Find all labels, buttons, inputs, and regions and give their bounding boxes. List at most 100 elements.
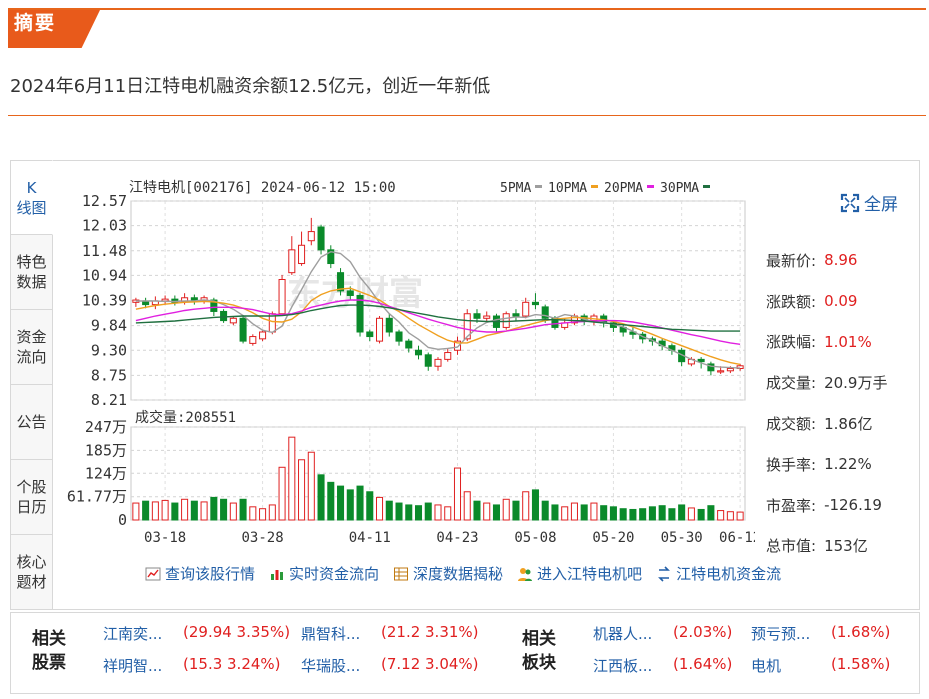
volume-bar bbox=[463, 491, 471, 521]
volume-tick-label: 124万 bbox=[85, 464, 127, 482]
tab-core-themes[interactable]: 核心 题材 bbox=[10, 535, 53, 610]
line-chart-icon bbox=[145, 567, 161, 580]
candle-body bbox=[512, 313, 520, 317]
price-tick-label: 12.57 bbox=[82, 192, 127, 210]
chart-side-tabs: K 线图 特色 数据 资金 流向 公告 个股 日历 核心 题材 bbox=[10, 160, 53, 610]
related-sector-name[interactable]: 机器人... bbox=[593, 623, 673, 644]
related-sector-name[interactable]: 江西板... bbox=[593, 655, 673, 676]
legend-label: 5PMA bbox=[500, 181, 531, 196]
x-tick-label: 05-08 bbox=[514, 530, 556, 546]
link-label: 实时资金流向 bbox=[289, 565, 380, 583]
candle-body bbox=[298, 244, 306, 265]
related-stock-item[interactable]: 江南奕... (29.94 3.35%) bbox=[103, 623, 290, 644]
ma-line-20pma bbox=[135, 299, 741, 345]
related-sector-item[interactable]: 江西板... (1.64%) bbox=[593, 655, 732, 676]
candle-body bbox=[385, 317, 393, 333]
stat-label: 最新价: bbox=[766, 251, 817, 270]
ma-line-10pma bbox=[135, 287, 741, 366]
volume-bar bbox=[346, 489, 354, 521]
price-tick-label: 11.48 bbox=[82, 242, 127, 260]
stat-change-percent: 涨跌幅: 1.01% bbox=[766, 322, 916, 363]
news-headline: 2024年6月11日江特电机融资余额12.5亿元，创近一年新低 bbox=[10, 76, 491, 97]
volume-bar bbox=[697, 508, 705, 521]
related-stock-change: (21.2 3.31%) bbox=[381, 623, 479, 641]
related-stock-item[interactable]: 祥明智... (15.3 3.24%) bbox=[103, 655, 281, 676]
x-tick-label: 06-12 bbox=[719, 530, 755, 546]
volume-bar bbox=[717, 510, 725, 521]
related-sector-item[interactable]: 预亏预... (1.68%) bbox=[751, 623, 890, 644]
fullscreen-button[interactable]: 全屏 bbox=[840, 190, 898, 215]
kline-chart[interactable]: 东方财富 12.57 12.03 11.48 10.94 10.39 9.84 9.30 8.7… bbox=[55, 170, 761, 555]
candle-body bbox=[317, 226, 325, 251]
summary-tag-label: 摘要 bbox=[14, 12, 57, 34]
related-stock-name[interactable]: 华瑞股... bbox=[301, 655, 381, 676]
candle-body bbox=[424, 354, 432, 367]
volume-bar bbox=[249, 506, 257, 521]
fullscreen-label: 全屏 bbox=[864, 195, 898, 215]
candle-body bbox=[259, 331, 267, 340]
tab-features[interactable]: 特色 数据 bbox=[10, 235, 53, 310]
candle-body bbox=[414, 349, 423, 356]
related-sector-name[interactable]: 电机 bbox=[751, 655, 831, 676]
volume-bar bbox=[424, 502, 432, 521]
related-sector-name[interactable]: 预亏预... bbox=[751, 623, 831, 644]
stat-value: 1.22% bbox=[824, 455, 872, 474]
link-stock-quote[interactable]: 查询该股行情 bbox=[145, 563, 255, 584]
related-stock-name[interactable]: 祥明智... bbox=[103, 655, 183, 676]
volume-bar bbox=[229, 502, 237, 521]
volume-bar bbox=[736, 511, 744, 521]
volume-bar bbox=[327, 481, 335, 521]
legend-label: 20PMA bbox=[604, 181, 643, 196]
related-stocks-heading: 相关 股票 bbox=[32, 629, 66, 673]
candle-body bbox=[346, 290, 354, 296]
link-realtime-flow[interactable]: 实时资金流向 bbox=[269, 563, 379, 584]
volume-bar bbox=[337, 485, 345, 521]
related-stock-change: (29.94 3.35%) bbox=[183, 623, 291, 641]
table-icon bbox=[394, 567, 409, 580]
stat-value: 0.09 bbox=[824, 292, 858, 311]
candle-body bbox=[522, 301, 530, 317]
related-sector-item[interactable]: 机器人... (2.03%) bbox=[593, 623, 732, 644]
tab-calendar[interactable]: 个股 日历 bbox=[10, 460, 53, 535]
link-deep-data[interactable]: 深度数据揭秘 bbox=[393, 563, 503, 584]
tab-kline[interactable]: K 线图 bbox=[10, 160, 53, 235]
candle-body bbox=[531, 301, 539, 306]
volume-bar bbox=[551, 504, 559, 521]
fullscreen-icon bbox=[840, 193, 860, 212]
legend-swatch bbox=[703, 185, 710, 188]
stat-value: 20.9万手 bbox=[824, 374, 888, 393]
tab-announcements[interactable]: 公告 bbox=[10, 385, 53, 460]
tab-capital-flow[interactable]: 资金 流向 bbox=[10, 310, 53, 385]
volume-tick-label: 247万 bbox=[85, 418, 127, 436]
price-tick-label: 10.39 bbox=[82, 292, 127, 310]
candle-body bbox=[288, 249, 296, 274]
related-sectors-heading: 相关 板块 bbox=[522, 629, 556, 673]
stat-label: 成交量: bbox=[766, 374, 817, 393]
candle-body bbox=[278, 279, 286, 315]
related-sector-item[interactable]: 电机 (1.58%) bbox=[751, 655, 890, 676]
link-capital-flow[interactable]: 江特电机资金流 bbox=[656, 563, 781, 584]
related-stock-item[interactable]: 鼎智科... (21.2 3.31%) bbox=[301, 623, 479, 644]
volume-bar bbox=[570, 502, 578, 521]
candle-body bbox=[239, 317, 247, 342]
related-stock-name[interactable]: 江南奕... bbox=[103, 623, 183, 644]
candle-body bbox=[502, 313, 510, 328]
volume-bar bbox=[668, 508, 676, 521]
flow-icon bbox=[658, 565, 670, 582]
volume-bar bbox=[600, 505, 608, 521]
candle-body bbox=[356, 294, 364, 333]
candle-body bbox=[717, 370, 725, 373]
stat-label: 换手率: bbox=[766, 455, 817, 474]
candle-body bbox=[307, 231, 315, 242]
legend-label: 10PMA bbox=[548, 181, 587, 196]
related-stock-name[interactable]: 鼎智科... bbox=[301, 623, 381, 644]
stat-change-amount: 涨跌额: 0.09 bbox=[766, 281, 916, 322]
legend-swatch bbox=[647, 185, 654, 188]
related-stock-item[interactable]: 华瑞股... (7.12 3.04%) bbox=[301, 655, 479, 676]
x-tick-label: 04-11 bbox=[349, 530, 391, 546]
link-label: 深度数据揭秘 bbox=[413, 565, 504, 583]
volume-bar bbox=[502, 498, 510, 521]
candle-body bbox=[726, 368, 734, 372]
kline-chart-svg: 东方财富12.5712.0311.4810.9410.399.849.308.7… bbox=[67, 180, 761, 546]
link-stock-forum[interactable]: 进入江特电机吧 bbox=[517, 563, 642, 584]
